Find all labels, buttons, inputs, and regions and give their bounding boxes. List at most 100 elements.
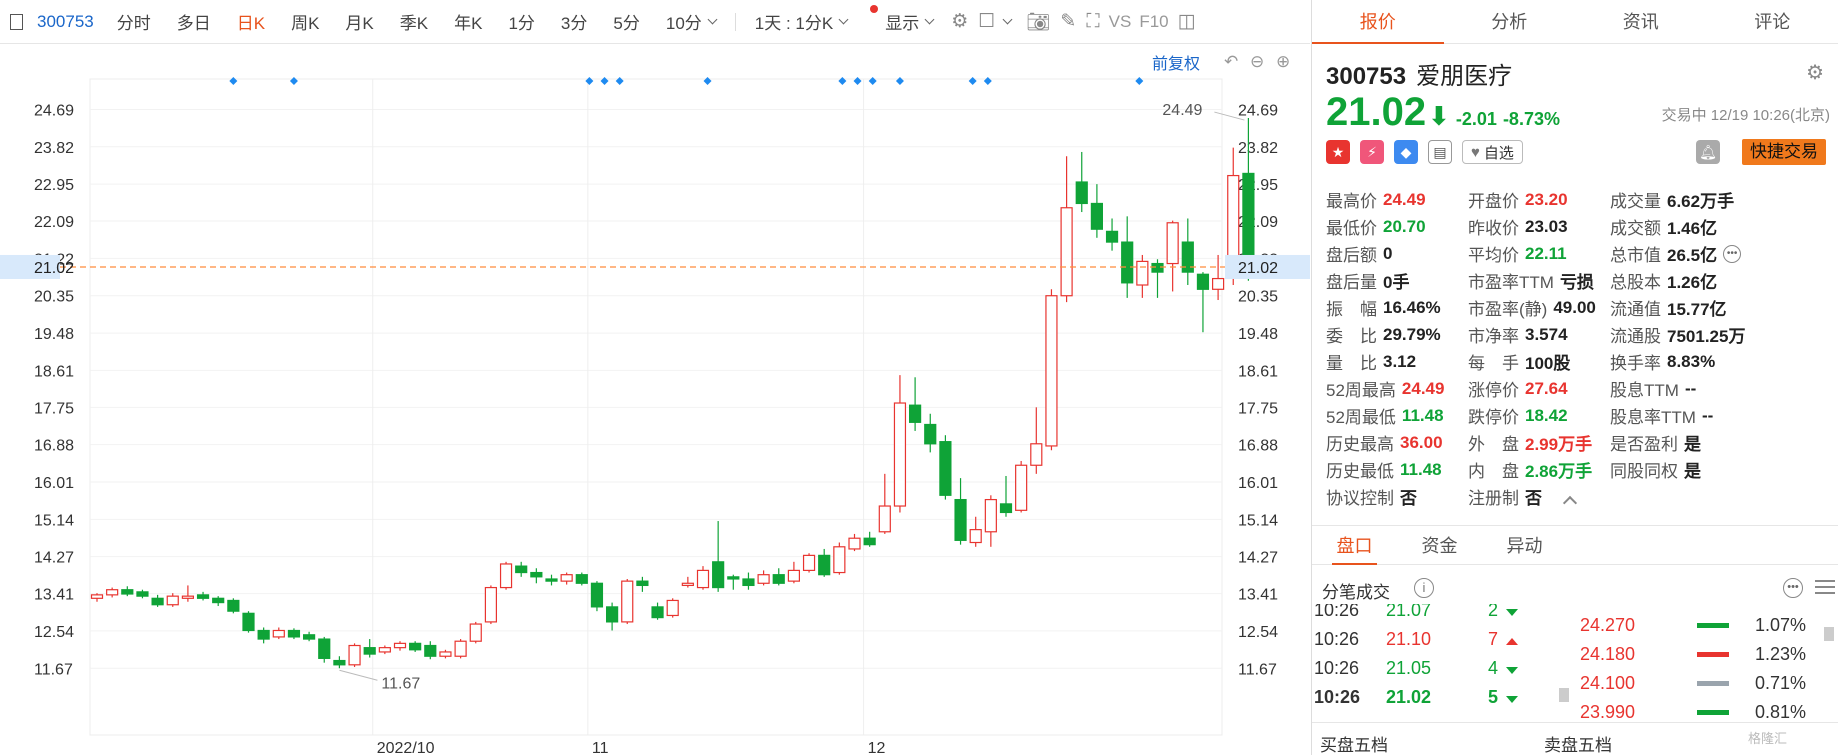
quote-value: 29.79%	[1383, 324, 1441, 344]
display-dropdown[interactable]: 显示	[872, 9, 946, 34]
pen-icon[interactable]: ✎	[1055, 10, 1081, 33]
quote-value: 16.46%	[1383, 297, 1441, 317]
period-quarterly-k[interactable]: 季K	[387, 9, 441, 34]
quote-cell: 历史最低 11.48	[1326, 457, 1468, 482]
tab-yidong[interactable]: 异动	[1482, 526, 1567, 564]
quote-value: 3.12	[1383, 351, 1417, 371]
bell-icon[interactable]: 🔔︎	[1696, 140, 1720, 164]
candle-body	[575, 574, 588, 584]
order-scrollbar[interactable]	[1824, 627, 1834, 641]
panel-tabs: 报价 分析 资讯 评论	[1312, 0, 1838, 44]
vs-compare-button[interactable]: VS	[1105, 12, 1136, 32]
period-yearly-k[interactable]: 年K	[441, 9, 495, 34]
period-10min-dropdown[interactable]: 10分	[653, 9, 729, 34]
event-marker-icon	[600, 77, 609, 85]
stock-code-label[interactable]: 300753	[37, 12, 94, 32]
settings-icon[interactable]: ⚙	[946, 10, 973, 33]
fuquan-button[interactable]: 前复权	[1152, 50, 1200, 74]
quote-cell: 总股本 1.26亿	[1610, 268, 1752, 293]
f10-button[interactable]: F10	[1135, 12, 1172, 32]
tab-quote[interactable]: 报价	[1312, 0, 1444, 44]
quote-label: 开盘价	[1468, 192, 1519, 211]
sell5-label[interactable]: 卖盘五档	[1544, 731, 1612, 755]
quote-cell: 昨收价 23.03	[1468, 214, 1610, 239]
quote-value: 100股	[1525, 354, 1571, 373]
indicator-box-icon[interactable]: ☐	[973, 10, 1000, 33]
quote-label: 股息率TTM	[1610, 408, 1696, 427]
buy5-label[interactable]: 买盘五档	[1320, 731, 1388, 755]
quote-label: 平均价	[1468, 246, 1519, 265]
panel-toggle-icon[interactable]: ◫	[1173, 10, 1201, 33]
fullscreen-icon[interactable]: ⛶	[1081, 11, 1104, 33]
candle-body	[106, 589, 119, 596]
quote-value: 22.11	[1525, 243, 1567, 263]
order-book[interactable]: 24.270 1.07% 24.180 1.23% 24.100 0.71% 23.990 0…	[1312, 604, 1838, 720]
y-tick-label-left: 16.88	[34, 438, 74, 455]
candle-body	[727, 576, 740, 580]
chevron-down-icon	[838, 14, 849, 25]
fast-trade-button[interactable]: 快捷交易	[1742, 139, 1826, 165]
quote-cell: 总市值 26.5亿 •••	[1610, 241, 1752, 266]
list-icon[interactable]	[1815, 580, 1835, 598]
range-label: 1天 : 1分K	[754, 14, 834, 33]
tab-zijin[interactable]: 资金	[1397, 526, 1482, 564]
range-dropdown[interactable]: 1天 : 1分K	[742, 9, 860, 34]
quote-label: 成交额	[1610, 219, 1661, 238]
period-fenshi[interactable]: 分时	[104, 9, 164, 34]
tag-icon[interactable]: ◆	[1394, 140, 1418, 164]
quote-value: 11.48	[1400, 459, 1442, 479]
x-tick-label: 12	[868, 740, 886, 755]
zoom-in-icon[interactable]: ⊕	[1276, 52, 1290, 72]
event-marker-icon	[968, 77, 977, 85]
period-duori[interactable]: 多日	[164, 9, 224, 34]
quote-cell: 振 幅 16.46%	[1326, 295, 1468, 320]
quote-label: 是否盈利	[1610, 435, 1678, 454]
candle-body	[90, 594, 104, 599]
y-tick-label-left: 20.35	[34, 289, 74, 306]
tab-news[interactable]: 资讯	[1575, 0, 1707, 43]
quote-label: 昨收价	[1468, 219, 1519, 238]
book-icon[interactable]: ▤	[1428, 140, 1452, 164]
candle-body	[530, 571, 543, 578]
period-daily-k[interactable]: 日K	[224, 9, 278, 34]
period-5min[interactable]: 5分	[600, 9, 652, 34]
sidebar-toggle-icon[interactable]	[10, 13, 23, 30]
quote-label: 市盈率(静)	[1468, 300, 1548, 319]
period-weekly-k[interactable]: 周K	[278, 9, 332, 34]
camera-icon[interactable]: 📷︎	[1021, 10, 1055, 34]
candle-body	[848, 537, 861, 550]
period-monthly-k[interactable]: 月K	[332, 9, 386, 34]
quote-cell: 每 手 100股	[1468, 349, 1610, 374]
watchlist-button[interactable]: ♥ 自选	[1462, 140, 1523, 164]
candle-body	[651, 606, 664, 619]
period-3min[interactable]: 3分	[548, 9, 600, 34]
candle-body	[772, 574, 785, 584]
tab-pankou[interactable]: 盘口	[1312, 526, 1397, 565]
lightning-icon[interactable]: ⚡	[1360, 140, 1384, 164]
period-1min[interactable]: 1分	[495, 9, 547, 34]
candle-body	[1075, 181, 1088, 205]
quote-label: 历史最高	[1326, 435, 1394, 454]
kline-chart[interactable]: 24.69 24.6923.82 23.8222.95 22.9522.09 22.09…	[0, 45, 1310, 755]
chevron-down-icon[interactable]	[1002, 14, 1013, 25]
candle-body	[939, 441, 952, 496]
undo-icon[interactable]: ↶	[1224, 52, 1238, 72]
china-flag-icon[interactable]: ★	[1326, 140, 1350, 164]
candle-body	[136, 591, 149, 597]
zoom-out-icon[interactable]: ⊖	[1250, 52, 1264, 72]
quote-value: 3.574	[1525, 324, 1568, 344]
candle-body	[833, 546, 846, 574]
quote-label: 最高价	[1326, 192, 1377, 211]
tab-analysis[interactable]: 分析	[1444, 0, 1576, 43]
arrow-down-icon: ⬇	[1428, 101, 1450, 131]
tab-comments[interactable]: 评论	[1707, 0, 1838, 43]
chart-toolbar: 300753 分时 多日 日K 周K 月K 季K 年K 1分 3分 5分 10分…	[0, 0, 1310, 44]
price-change-pct: -8.73%	[1502, 109, 1560, 129]
y-tick-label-left: 16.01	[34, 475, 74, 492]
order-pct: 0.81%	[1755, 702, 1807, 720]
gear-icon[interactable]: ⚙	[1806, 60, 1824, 85]
more-icon[interactable]: •••	[1723, 244, 1742, 263]
stock-header: 300753 爱朋医疗	[1326, 56, 1512, 91]
info-icon[interactable]: i	[1414, 578, 1434, 598]
more-icon[interactable]: •••	[1783, 578, 1803, 598]
